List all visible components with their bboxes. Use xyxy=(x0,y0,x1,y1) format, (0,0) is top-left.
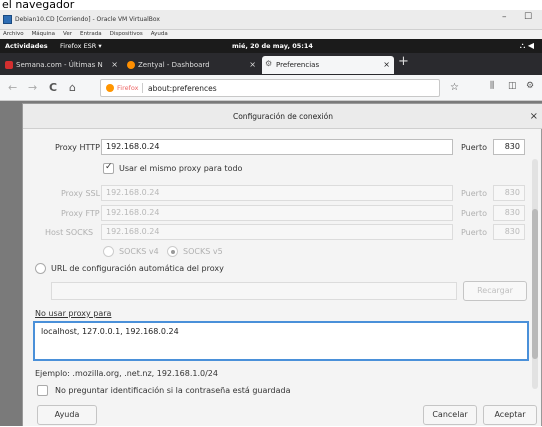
tab-preferencias[interactable]: ⚙ Preferencias × xyxy=(262,56,394,74)
port-ssl-label: Puerto xyxy=(461,189,487,198)
url-text: about:preferences xyxy=(148,84,217,93)
vbox-menubar: Archivo Máquina Ver Entrada Dispositivos Ayud… xyxy=(0,30,542,39)
port-ssl-input[interactable]: 830 xyxy=(493,185,525,201)
tab-close-icon[interactable]: × xyxy=(383,60,390,69)
url-separator xyxy=(142,83,143,93)
nav-bar: ← → C ⌂ Firefox about:preferences ☆ ⫼ ◫ … xyxy=(0,75,542,101)
port-ftp-input[interactable]: 830 xyxy=(493,205,525,221)
close-icon[interactable]: × xyxy=(530,104,538,129)
semana-favicon-icon xyxy=(5,61,13,69)
home-icon[interactable]: ⌂ xyxy=(69,81,76,94)
scrollbar-thumb[interactable] xyxy=(532,209,538,359)
new-tab-button[interactable]: + xyxy=(398,54,409,69)
port-http-label: Puerto xyxy=(461,143,487,152)
socks-v4-label: SOCKS v4 xyxy=(119,247,159,256)
tab-semana[interactable]: Semana.com - Últimas N × xyxy=(2,56,122,74)
use-same-proxy-label: Usar el mismo proxy para todo xyxy=(119,164,243,173)
auto-config-input[interactable] xyxy=(51,282,457,300)
sidebar-icon[interactable]: ◫ xyxy=(508,81,517,91)
tab-bar: Semana.com - Últimas N × Zentyal - Dashb… xyxy=(0,53,542,75)
activities-button[interactable]: Actividades xyxy=(5,42,48,50)
host-socks-input[interactable]: 192.168.0.24 xyxy=(101,224,453,240)
connection-settings-dialog: Configuración de conexión × Proxy HTTP 1… xyxy=(22,103,542,426)
extension-icon[interactable]: ⚙ xyxy=(526,81,534,91)
no-proxy-example: Ejemplo: .mozilla.org, .net.nz, 192.168.… xyxy=(35,369,218,378)
proxy-ftp-label: Proxy FTP xyxy=(61,209,100,218)
accept-button[interactable]: Aceptar xyxy=(483,405,537,425)
system-tray[interactable]: ⛬ ◀ xyxy=(520,41,534,51)
gnome-top-bar: Actividades Firefox ESR ▾ mié, 20 de may… xyxy=(0,39,542,53)
port-socks-input[interactable]: 830 xyxy=(493,224,525,240)
auto-config-label: URL de configuración automática del prox… xyxy=(51,264,224,273)
auto-config-radio[interactable] xyxy=(35,263,46,274)
no-prompt-auth-label: No preguntar identificación si la contra… xyxy=(55,386,291,395)
forward-icon[interactable]: → xyxy=(28,81,37,94)
no-prompt-auth-checkbox[interactable] xyxy=(37,385,48,396)
tab-close-icon[interactable]: × xyxy=(111,60,118,69)
proxy-ssl-label: Proxy SSL xyxy=(61,189,101,198)
reload-button[interactable]: Recargar xyxy=(463,281,527,301)
dialog-title: Configuración de conexión xyxy=(232,112,333,121)
port-socks-label: Puerto xyxy=(461,228,487,237)
top-caption: el navegador xyxy=(0,0,542,10)
host-socks-label: Host SOCKS xyxy=(45,228,94,237)
help-button[interactable]: Ayuda xyxy=(37,405,97,425)
proxy-http-input[interactable]: 192.168.0.24 xyxy=(101,139,453,155)
tab-label: Zentyal - Dashboard xyxy=(138,61,210,69)
url-bar[interactable]: Firefox about:preferences ☆ xyxy=(100,79,459,97)
port-ftp-label: Puerto xyxy=(461,209,487,218)
gear-icon: ⚙ xyxy=(265,59,273,68)
cancel-button[interactable]: Cancelar xyxy=(423,405,477,425)
proxy-http-label: Proxy HTTP xyxy=(55,143,100,152)
menu-dispositivos[interactable]: Dispositivos xyxy=(110,31,143,37)
menu-archivo[interactable]: Archivo xyxy=(3,31,24,37)
zentyal-favicon-icon xyxy=(127,61,135,69)
minimize-button[interactable]: – xyxy=(502,12,507,22)
maximize-button[interactable]: ☐ xyxy=(524,12,532,22)
tab-close-icon[interactable]: × xyxy=(249,60,256,69)
firefox-icon xyxy=(106,84,114,92)
use-same-proxy-checkbox[interactable] xyxy=(103,162,114,174)
reload-icon[interactable]: C xyxy=(49,81,57,94)
socks-v5-radio[interactable] xyxy=(167,246,178,257)
port-http-input[interactable]: 830 xyxy=(493,139,525,155)
no-proxy-textarea[interactable]: localhost, 127.0.0.1, 192.168.0.24 xyxy=(33,321,529,361)
clock[interactable]: mié, 20 de may, 05:14 xyxy=(232,42,313,50)
proxy-ftp-input[interactable]: 192.168.0.24 xyxy=(101,205,453,221)
bookmark-star-icon[interactable]: ☆ xyxy=(450,82,459,93)
menu-entrada[interactable]: Entrada xyxy=(80,31,102,37)
library-icon[interactable]: ⫼ xyxy=(490,81,494,91)
app-menu[interactable]: Firefox ESR ▾ xyxy=(60,42,102,50)
socks-v4-radio[interactable] xyxy=(103,246,114,257)
menu-maquina[interactable]: Máquina xyxy=(32,31,55,37)
proxy-ssl-input[interactable]: 192.168.0.24 xyxy=(101,185,453,201)
no-proxy-label: No usar proxy para xyxy=(35,309,112,318)
socks-v5-label: SOCKS v5 xyxy=(183,247,223,256)
tab-label: Semana.com - Últimas N xyxy=(16,61,103,69)
back-icon[interactable]: ← xyxy=(8,81,17,94)
vbox-window-title: Debian10.CD [Corriendo] - Oracle VM Virt… xyxy=(15,16,160,23)
vbox-title-bar: Debian10.CD [Corriendo] - Oracle VM Virt… xyxy=(0,10,542,30)
identity-label: Firefox xyxy=(117,84,139,92)
dialog-title-bar: Configuración de conexión × xyxy=(23,104,542,129)
dialog-body: Proxy HTTP 192.168.0.24 Puerto 830 Usar … xyxy=(23,129,542,427)
menu-ayuda[interactable]: Ayuda xyxy=(151,31,168,37)
tab-label: Preferencias xyxy=(276,61,320,69)
virtualbox-icon xyxy=(3,15,12,24)
tab-zentyal[interactable]: Zentyal - Dashboard × xyxy=(124,56,260,74)
menu-ver[interactable]: Ver xyxy=(63,31,72,37)
